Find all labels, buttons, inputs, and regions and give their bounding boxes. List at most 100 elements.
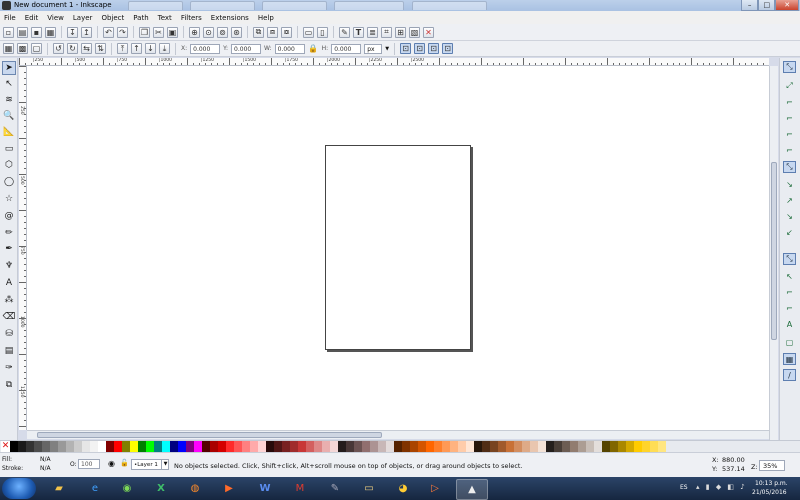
- star-tool-icon[interactable]: ☆: [2, 192, 16, 206]
- minimize-button[interactable]: –: [741, 0, 759, 11]
- horizontal-scrollbar[interactable]: [27, 430, 769, 439]
- color-swatch[interactable]: [50, 441, 58, 452]
- color-swatch[interactable]: [106, 441, 114, 452]
- xml-editor-icon[interactable]: ⌗: [381, 26, 392, 38]
- snap-intersections-icon[interactable]: ↗: [783, 194, 796, 206]
- document-properties-icon[interactable]: ▧: [409, 26, 420, 38]
- color-swatch[interactable]: [10, 441, 18, 452]
- color-swatch[interactable]: [122, 441, 130, 452]
- color-swatch[interactable]: [226, 441, 234, 452]
- zoom-page-icon[interactable]: ⊚: [217, 26, 228, 38]
- vertical-scrollbar[interactable]: [769, 66, 778, 440]
- color-swatch[interactable]: [298, 441, 306, 452]
- snap-cusp-nodes-icon[interactable]: ↘: [783, 210, 796, 222]
- spiral-tool-icon[interactable]: @: [2, 209, 16, 223]
- fill-value[interactable]: N/A: [40, 456, 51, 463]
- open-icon[interactable]: ▤: [17, 26, 28, 38]
- paste-icon[interactable]: ▣: [167, 26, 178, 38]
- snap-paths-icon[interactable]: ↘: [783, 178, 796, 190]
- enable-snapping-icon[interactable]: ⤡: [783, 61, 796, 73]
- pencil-tool-icon[interactable]: ✏: [2, 226, 16, 240]
- color-swatch[interactable]: [346, 441, 354, 452]
- color-swatch[interactable]: [42, 441, 50, 452]
- layer-visibility-icon[interactable]: ◉: [108, 459, 115, 468]
- gradient-tool-icon[interactable]: ▤: [2, 344, 16, 358]
- menu-object[interactable]: Object: [101, 14, 124, 22]
- redo-icon[interactable]: ↷: [117, 26, 128, 38]
- ellipse-tool-icon[interactable]: ◯: [2, 175, 16, 189]
- color-swatch[interactable]: [306, 441, 314, 452]
- zoom-width-icon[interactable]: ⊛: [231, 26, 242, 38]
- mcafee-icon[interactable]: M: [285, 479, 315, 498]
- snap-text-baseline-icon[interactable]: A: [783, 318, 796, 330]
- color-swatch[interactable]: [426, 441, 434, 452]
- lower-bottom-icon[interactable]: ⤓: [159, 43, 170, 54]
- height-input[interactable]: 0.000: [331, 43, 362, 54]
- color-swatch[interactable]: [626, 441, 634, 452]
- color-swatch[interactable]: [322, 441, 330, 452]
- color-swatch[interactable]: [442, 441, 450, 452]
- color-swatch[interactable]: [338, 441, 346, 452]
- save-icon[interactable]: ▪: [31, 26, 42, 38]
- snap-guides-icon[interactable]: /: [783, 369, 796, 381]
- color-swatch[interactable]: [26, 441, 34, 452]
- selector-tool-icon[interactable]: ➤: [2, 61, 16, 75]
- color-swatch[interactable]: [634, 441, 642, 452]
- text-tool-icon[interactable]: A: [2, 276, 16, 290]
- color-swatch[interactable]: [362, 441, 370, 452]
- snap-page-border-icon[interactable]: ▢: [783, 336, 796, 348]
- color-swatch[interactable]: [506, 441, 514, 452]
- snap-others-icon[interactable]: ⤡: [783, 253, 796, 265]
- language-indicator[interactable]: ES: [680, 484, 688, 491]
- eraser-tool-icon[interactable]: ⌫: [2, 310, 16, 324]
- menu-layer[interactable]: Layer: [73, 14, 93, 22]
- raise-top-icon[interactable]: ⤒: [117, 43, 128, 54]
- undo-icon[interactable]: ↶: [103, 26, 114, 38]
- unit-select[interactable]: px: [364, 43, 383, 54]
- select-all-layers-icon[interactable]: ▩: [17, 43, 28, 54]
- vertical-scroll-thumb[interactable]: [771, 162, 777, 340]
- flip-vertical-icon[interactable]: ⇅: [95, 43, 106, 54]
- color-swatch[interactable]: [434, 441, 442, 452]
- snap-bbox-icon[interactable]: ⤢: [783, 80, 796, 92]
- color-swatch[interactable]: [466, 441, 474, 452]
- color-swatch[interactable]: [618, 441, 626, 452]
- layers-icon[interactable]: ≣: [367, 26, 378, 38]
- paint-bucket-tool-icon[interactable]: ⛁: [2, 327, 16, 341]
- color-swatch[interactable]: [378, 441, 386, 452]
- y-input[interactable]: 0.000: [231, 43, 262, 54]
- background-window-tab[interactable]: [128, 1, 183, 10]
- copy-icon[interactable]: ❐: [139, 26, 150, 38]
- color-swatch[interactable]: [386, 441, 394, 452]
- media-player-icon[interactable]: ▶: [214, 479, 244, 498]
- start-button[interactable]: [2, 478, 36, 499]
- paint-icon[interactable]: ✎: [320, 479, 350, 498]
- color-swatch[interactable]: [162, 441, 170, 452]
- snap-nodes-icon[interactable]: ⤡: [783, 161, 796, 173]
- no-paint-swatch[interactable]: ✕: [1, 441, 10, 452]
- color-swatch[interactable]: [146, 441, 154, 452]
- align-distribute-icon[interactable]: ⊞: [395, 26, 406, 38]
- color-swatch[interactable]: [578, 441, 586, 452]
- menu-path[interactable]: Path: [133, 14, 148, 22]
- menu-help[interactable]: Help: [258, 14, 274, 22]
- color-swatch[interactable]: [242, 441, 250, 452]
- color-swatch[interactable]: [602, 441, 610, 452]
- color-swatch[interactable]: [490, 441, 498, 452]
- color-swatch[interactable]: [394, 441, 402, 452]
- color-swatch[interactable]: [58, 441, 66, 452]
- color-swatch[interactable]: [562, 441, 570, 452]
- color-swatch[interactable]: [546, 441, 554, 452]
- color-swatch[interactable]: [642, 441, 650, 452]
- firefox-icon[interactable]: ◍: [180, 479, 210, 498]
- color-swatch[interactable]: [18, 441, 26, 452]
- zoom-tool-icon[interactable]: 🔍: [2, 109, 16, 123]
- maximize-button[interactable]: □: [758, 0, 776, 11]
- dropper-tool-icon[interactable]: ✑: [2, 361, 16, 375]
- cut-icon[interactable]: ✂: [153, 26, 164, 38]
- color-swatch[interactable]: [594, 441, 602, 452]
- color-swatch[interactable]: [130, 441, 138, 452]
- color-swatch[interactable]: [34, 441, 42, 452]
- color-swatch[interactable]: [290, 441, 298, 452]
- snap-bbox-edges-icon[interactable]: ⌐: [783, 96, 796, 108]
